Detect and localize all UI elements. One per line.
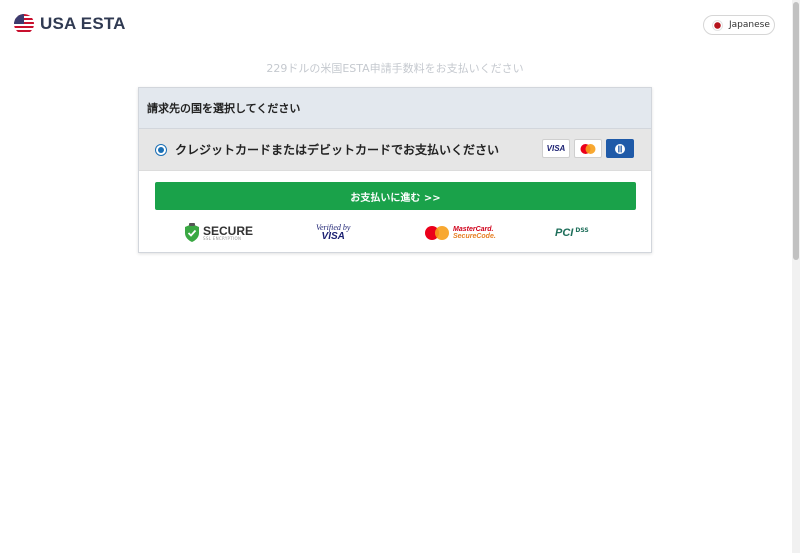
language-label: Japanese	[729, 20, 770, 30]
page-scrollbar[interactable]	[792, 0, 800, 553]
language-selector-button[interactable]: Japanese	[703, 15, 775, 35]
trust-badges: SECURE SSL ENCRYPTION Verified by VISA M…	[139, 220, 653, 246]
us-flag-icon	[14, 14, 34, 34]
brand-name: USA ESTA	[40, 14, 126, 33]
payment-option-card[interactable]: クレジットカードまたはデビットカードでお支払いください VISA	[139, 129, 651, 171]
shield-check-icon	[185, 223, 199, 242]
card-logos: VISA	[542, 139, 634, 158]
visa-icon: VISA	[542, 139, 570, 158]
payment-card-panel: 請求先の国を選択してください クレジットカードまたはデビットカードでお支払いくだ…	[138, 87, 652, 253]
page: USA ESTA Japanese 229ドルの米国ESTA申請手数料をお支払い…	[0, 0, 800, 553]
proceed-to-payment-button[interactable]: お支払いに進む >>	[155, 182, 636, 210]
site-logo[interactable]: USA ESTA	[14, 14, 126, 34]
page-subtitle: 229ドルの米国ESTA申請手数料をお支払いください	[266, 62, 524, 75]
payment-option-label: クレジットカードまたはデビットカードでお支払いください	[175, 143, 500, 157]
billing-country-heading: 請求先の国を選択してください	[139, 88, 651, 129]
mastercard-securecode-badge: MasterCard. SecureCode.	[423, 220, 496, 246]
secure-ssl-badge: SECURE SSL ENCRYPTION	[184, 220, 253, 246]
pci-dss-badge: PCI DSS	[555, 226, 589, 240]
mastercard-icon	[425, 226, 449, 240]
diners-club-icon	[606, 139, 634, 158]
radio-selected-dot	[158, 146, 164, 153]
verified-by-visa-badge: Verified by VISA	[316, 223, 351, 242]
japan-flag-icon	[712, 19, 723, 31]
scrollbar-thumb[interactable]	[793, 2, 799, 260]
payment-option-radio[interactable]	[155, 143, 167, 156]
mastercard-icon	[574, 139, 602, 158]
